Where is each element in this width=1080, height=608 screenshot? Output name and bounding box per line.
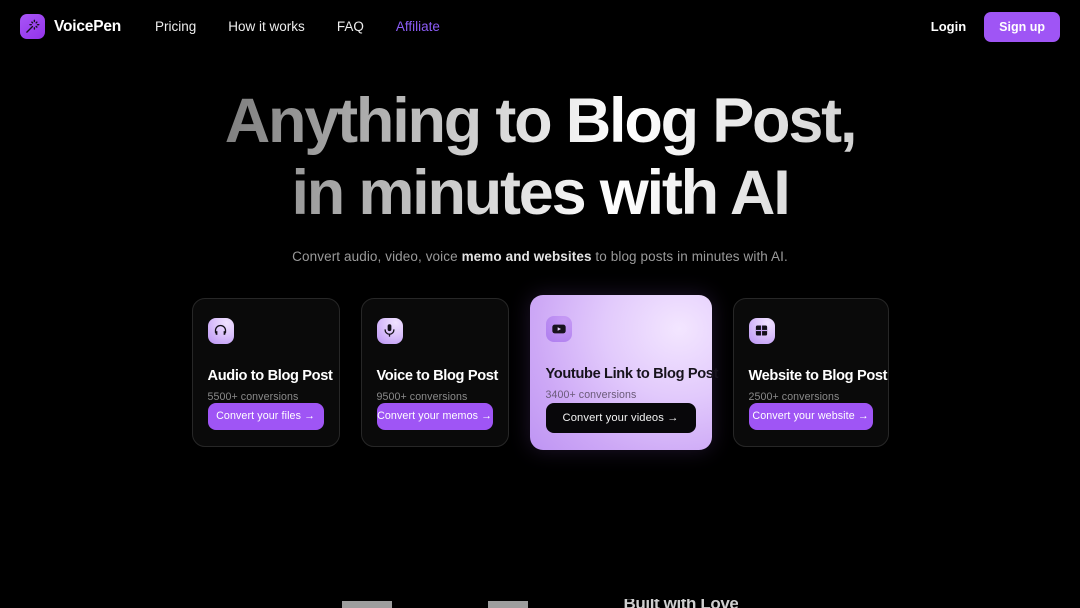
login-link[interactable]: Login — [931, 19, 966, 34]
brand-logo[interactable]: VoicePen — [20, 14, 121, 39]
partner-logo-placeholder — [341, 601, 392, 608]
nav-link-pricing[interactable]: Pricing — [155, 19, 196, 34]
convert-website-button[interactable]: Convert your website → — [748, 402, 873, 430]
headline-line-1: Anything to Blog Post, — [224, 86, 856, 156]
card-voice-to-blog-post[interactable]: Voice to Blog Post 9500+ conversions Con… — [360, 297, 509, 447]
youtube-icon — [545, 315, 572, 342]
card-conversions: 5500+ conversions — [207, 390, 299, 403]
hero-section: Anything to Blog Post, in minutes with A… — [0, 53, 1080, 264]
microphone-icon — [376, 317, 403, 344]
card-title: Voice to Blog Post — [376, 367, 499, 384]
card-conversions: 3400+ conversions — [545, 388, 637, 401]
hero-subtitle: Convert audio, video, voice memo and web… — [0, 249, 1080, 264]
nav-link-how-it-works[interactable]: How it works — [228, 19, 305, 34]
convert-videos-button[interactable]: Convert your videos → — [545, 402, 696, 433]
convert-files-button[interactable]: Convert your files → — [207, 402, 324, 430]
signup-button[interactable]: Sign up — [984, 11, 1060, 42]
below-fold-cutoff: Built with Love — [0, 599, 1080, 608]
feature-cards: Audio to Blog Post 5500+ conversions Con… — [0, 294, 1080, 450]
navbar-actions: Login Sign up — [931, 11, 1060, 42]
nav-link-affiliate[interactable]: Affiliate — [396, 19, 440, 34]
convert-memos-button[interactable]: Convert your memos → — [376, 402, 493, 430]
below-fold-heading: Built with Love — [624, 599, 739, 608]
card-audio-to-blog-post[interactable]: Audio to Blog Post 5500+ conversions Con… — [191, 297, 340, 447]
nav-links: Pricing How it works FAQ Affiliate — [155, 19, 440, 34]
page-title: Anything to Blog Post, in minutes with A… — [225, 86, 856, 230]
card-title: Audio to Blog Post — [207, 367, 333, 384]
brand-name: VoicePen — [54, 17, 122, 35]
card-title: Website to Blog Post — [748, 367, 888, 384]
card-youtube-link-to-blog-post[interactable]: Youtube Link to Blog Post 3400+ conversi… — [529, 294, 719, 450]
card-website-to-blog-post[interactable]: Website to Blog Post 2500+ conversions C… — [732, 297, 889, 447]
headline-line-2: in minutes with AI — [291, 157, 789, 228]
navbar: VoicePen Pricing How it works FAQ Affili… — [0, 0, 1080, 53]
nav-link-faq[interactable]: FAQ — [337, 19, 364, 34]
partner-logo-placeholder — [487, 601, 528, 608]
card-title: Youtube Link to Blog Post — [545, 365, 719, 382]
hero-subtitle-part-3: to blog posts in minutes with AI. — [591, 248, 788, 264]
card-conversions: 2500+ conversions — [748, 390, 840, 403]
hero-subtitle-part-1: Convert audio, video, voice — [292, 248, 462, 264]
headphones-icon — [207, 317, 234, 344]
window-icon — [748, 317, 775, 344]
hero-subtitle-emphasis: memo and websites — [461, 248, 592, 264]
card-conversions: 9500+ conversions — [376, 390, 468, 403]
magic-wand-icon — [20, 14, 45, 39]
